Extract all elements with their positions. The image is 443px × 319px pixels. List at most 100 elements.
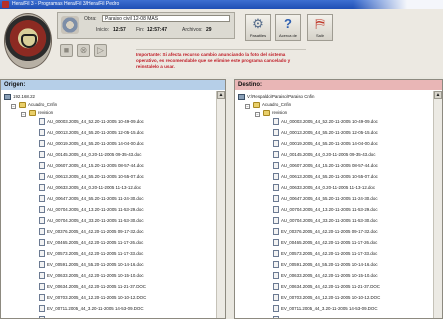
logo xyxy=(4,13,52,69)
destination-file-item[interactable]: EV_00633.2005_44_42.20-11-2005 10-15-10.… xyxy=(273,272,378,280)
destination-file-item[interactable]: AU_00647.2005_44_55.20-11-2005 11-24-30.… xyxy=(273,195,378,203)
cancel-button[interactable]: ⊗ xyxy=(77,44,90,57)
origin-folder-expander[interactable]: − xyxy=(11,104,16,109)
destination-file-item[interactable]: EV_00465.2005_44_42.20-11-2005 11-17-26.… xyxy=(273,239,377,247)
destination-file-item[interactable]: EV_00712.2005_44_3.20-11-2005 14-02-09.D… xyxy=(273,316,378,318)
document-icon xyxy=(39,129,45,137)
destination-file-label: AU_00145.2005_44_0.20-11-2005 09-35-43.d… xyxy=(281,152,376,157)
origin-file-item[interactable]: AU_00003.2005_44_52.20-11-2005 10-49-09.… xyxy=(39,118,144,126)
destination-folder-expander[interactable]: − xyxy=(245,104,250,109)
destination-file-label: EV_00591.2005_44_55.20-11-2005 10-14-16.… xyxy=(281,262,378,267)
origin-file-item[interactable]: EV_00376.2005_44_42.20-11-2005 09-17-32.… xyxy=(39,228,144,236)
document-icon xyxy=(39,316,45,318)
origin-file-item[interactable]: EV_00465.2005_44_42.20-11-2005 11-17-26.… xyxy=(39,239,143,247)
destination-pane: Destino: V:\Respaldo\Paraiso\Paraiso Cnf… xyxy=(234,79,443,319)
title-bar-fade xyxy=(353,0,443,9)
origin-file-label: AU_00003.2005_44_52.20-11-2005 10-49-09.… xyxy=(47,119,144,124)
destination-file-item[interactable]: AU_00607.2005_44_15.20-11-2005 08-57-44.… xyxy=(273,162,378,170)
origin-subfolder-node[interactable]: revision xyxy=(29,109,53,117)
document-icon xyxy=(39,184,45,192)
origin-subfolder-expander[interactable]: − xyxy=(21,112,26,117)
destination-file-item[interactable]: AU_00019.2005_44_55.20-11-2005 14-04-00.… xyxy=(273,140,378,148)
pasatiles-button[interactable]: ⚙ Pasatiles xyxy=(245,14,271,41)
origin-file-item[interactable]: AU_00145.2005_44_0.20-11-2005 09-35-43.d… xyxy=(39,151,141,159)
origin-file-item[interactable]: EV_00633.2005_44_42.20-11-2005 10-15-10.… xyxy=(39,272,144,280)
origin-scrollbar[interactable]: ▲ xyxy=(216,91,225,318)
destination-file-item[interactable]: EV_00591.2005_44_55.20-11-2005 10-14-16.… xyxy=(273,261,378,269)
destination-file-item[interactable]: AU_00613.2005_44_55.20-11-2005 10-55-07.… xyxy=(273,173,378,181)
destination-file-item[interactable]: AU_00704.2005_44_33.20-11-2005 11-53-30.… xyxy=(273,217,378,225)
document-icon xyxy=(39,239,45,247)
origin-file-item[interactable]: AU_00019.2005_44_55.20-11-2005 14-04-00.… xyxy=(39,140,144,148)
project-icon xyxy=(61,16,79,34)
document-icon xyxy=(39,162,45,170)
document-icon xyxy=(273,261,279,269)
document-icon xyxy=(273,272,279,280)
pause-button[interactable]: ▷ xyxy=(94,44,107,57)
destination-file-label: EV_00711.2005_44_3.20-11-2005 14-53-09.D… xyxy=(281,306,378,311)
origin-file-item[interactable]: AU_00647.2005_44_55.20-11-2005 11-24-30.… xyxy=(39,195,144,203)
origin-file-item[interactable]: AU_00633.2005_44_0.20-11-2005 11-13-12.d… xyxy=(39,184,141,192)
destination-subfolder-node[interactable]: revision xyxy=(263,109,287,117)
exit-label: Salir xyxy=(315,33,324,38)
scroll-up-icon[interactable]: ▲ xyxy=(217,91,225,99)
origin-folder-node[interactable]: Acuadro_Cnfin xyxy=(19,101,57,109)
origin-root-node[interactable]: 192.168.22 xyxy=(4,93,35,101)
document-icon xyxy=(273,140,279,148)
destination-file-item[interactable]: AU_00633.2005_44_0.20-11-2005 11-13-12.d… xyxy=(273,184,375,192)
destination-file-item[interactable]: EV_00711.2005_44_3.20-11-2005 14-53-09.D… xyxy=(273,305,378,313)
stop-button[interactable]: ■ xyxy=(60,44,73,57)
origin-file-item[interactable]: AU_00704.2005_44_13.20-11-2005 11-53-29.… xyxy=(39,206,144,214)
origin-pane: Origen: 192.168.22 − Acuadro_Cnfin − rev… xyxy=(0,79,226,319)
document-icon xyxy=(273,206,279,214)
destination-subfolder-expander[interactable]: − xyxy=(255,112,260,117)
destination-file-item[interactable]: AU_00704.2005_44_13.20-11-2005 11-53-29.… xyxy=(273,206,378,214)
info-box: Obra: Paraiso civil 12-08 MAS Inicio: 12… xyxy=(57,12,235,39)
origin-file-label: AU_00647.2005_44_55.20-11-2005 11-24-30.… xyxy=(47,196,144,201)
destination-file-item[interactable]: AU_00003.2005_44_52.20-11-2005 10-49-09.… xyxy=(273,118,378,126)
origin-file-item[interactable]: AU_00704.2005_44_33.20-11-2005 11-53-30.… xyxy=(39,217,144,225)
destination-root-node[interactable]: V:\Respaldo\Paraiso\Paraiso Cnfin xyxy=(238,93,314,101)
destination-file-item[interactable]: EV_00573.2005_44_42.20-11-2005 11-17-33.… xyxy=(273,250,377,258)
document-icon xyxy=(273,162,279,170)
exit-button[interactable]: ⛿ Salir xyxy=(307,14,333,41)
name-field[interactable]: Paraiso civil 12-08 MAS xyxy=(102,15,230,22)
destination-file-item[interactable]: AU_00013.2005_44_55.20-11-2005 12-05-15.… xyxy=(273,129,378,137)
destination-file-label: EV_00465.2005_44_42.20-11-2005 11-17-26.… xyxy=(281,240,378,245)
origin-file-item[interactable]: EV_00711.2005_44_3.20-11-2005 14-53-09.D… xyxy=(39,305,144,313)
origin-file-item[interactable]: AU_00613.2005_44_55.20-11-2005 10-55-07.… xyxy=(39,173,144,181)
document-icon xyxy=(39,195,45,203)
origin-file-label: EV_00712.2005_44_3.20-11-2005 14-02-09.D… xyxy=(47,317,144,318)
origin-file-item[interactable]: EV_00573.2005_44_42.20-11-2005 11-17-33.… xyxy=(39,250,143,258)
exit-icon: ⛿ xyxy=(315,16,325,31)
destination-file-item[interactable]: EV_00634.2005_44_42.20-11-2005 11-21-37.… xyxy=(273,283,380,291)
origin-header: Origen: xyxy=(1,80,225,90)
destination-file-label: AU_00633.2005_44_0.20-11-2005 11-13-12.d… xyxy=(281,185,376,190)
origin-file-item[interactable]: AU_00607.2005_44_15.20-11-2005 08-57-44.… xyxy=(39,162,144,170)
destination-file-item[interactable]: EV_00703.2005_44_12.20-11-2005 10-10-12.… xyxy=(273,294,380,302)
origin-file-item[interactable]: EV_00591.2005_44_55.20-11-2005 10-14-16.… xyxy=(39,261,144,269)
document-icon xyxy=(39,173,45,181)
document-icon xyxy=(39,305,45,313)
document-icon xyxy=(39,206,45,214)
origin-file-item[interactable]: EV_00634.2005_44_42.20-11-2005 11-21-37.… xyxy=(39,283,146,291)
origin-file-item[interactable]: AU_00013.2005_44_55.20-11-2005 12-05-15.… xyxy=(39,129,144,137)
origin-file-item[interactable]: EV_00712.2005_44_3.20-11-2005 14-02-09.D… xyxy=(39,316,144,318)
origin-file-label: AU_00607.2005_44_15.20-11-2005 08-57-44.… xyxy=(47,163,144,168)
destination-file-label: EV_00703.2005_44_12.20-11-2005 10-10-12.… xyxy=(281,295,381,300)
document-icon xyxy=(273,195,279,203)
destination-scrollbar[interactable]: ▲ xyxy=(433,91,442,318)
document-icon xyxy=(273,239,279,247)
destination-file-label: EV_00634.2005_44_42.20-11-2005 11-21-37.… xyxy=(281,284,380,289)
origin-file-item[interactable]: EV_00703.2005_44_12.20-11-2005 10-10-12.… xyxy=(39,294,146,302)
destination-folder-node[interactable]: Acuadro_Cnfin xyxy=(253,101,291,109)
about-button[interactable]: ? Acerca de xyxy=(275,14,301,41)
scroll-up-icon[interactable]: ▲ xyxy=(434,91,442,99)
help-icon: ? xyxy=(284,16,292,31)
destination-file-item[interactable]: AU_00145.2005_44_0.20-11-2005 09-35-43.d… xyxy=(273,151,375,159)
document-icon xyxy=(39,140,45,148)
destination-file-item[interactable]: EV_00376.2005_44_42.20-11-2005 09-17-32.… xyxy=(273,228,378,236)
window-title: Hera/Fil 3 - Programas Hera/Fil 3/Hera/F… xyxy=(12,1,120,7)
document-icon xyxy=(273,118,279,126)
stop-icon: ■ xyxy=(63,45,70,55)
